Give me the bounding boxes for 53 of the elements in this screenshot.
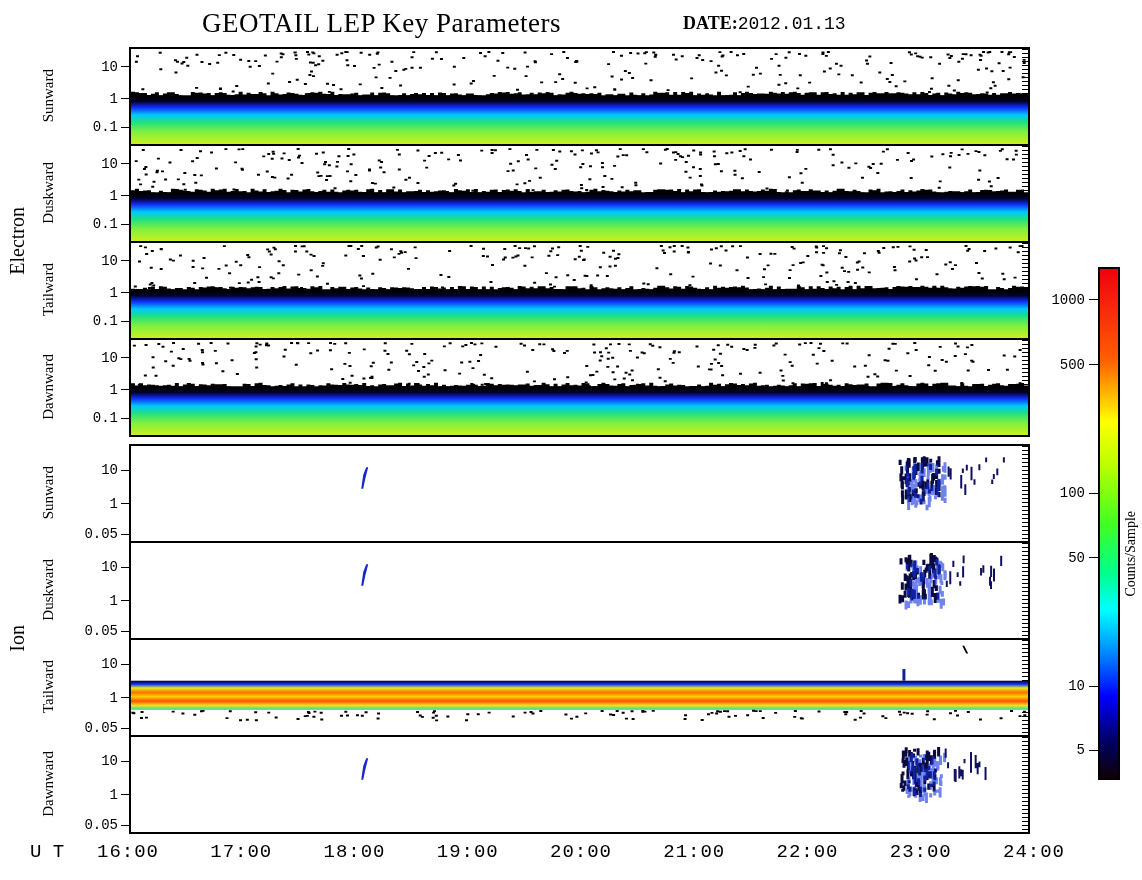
panel-label: Tailward — [39, 660, 57, 714]
date-label: DATE:2012.01.13 — [683, 13, 846, 34]
panel-label: Sunward — [39, 69, 57, 123]
group-label: Electron — [5, 207, 29, 275]
y-tick-label: 10 — [101, 155, 118, 172]
x-tick-label: 19:00 — [436, 841, 497, 863]
panel-label: Duskward — [39, 559, 57, 621]
y-tick-label: 10 — [101, 656, 118, 673]
y-tick-label: 1 — [109, 689, 118, 706]
y-tick-label: 0.1 — [92, 216, 118, 233]
y-tick-label: 10 — [101, 753, 118, 770]
panel-label: Duskward — [39, 162, 57, 224]
color-scale-label: Counts/Sample — [1123, 511, 1139, 597]
scale-tick-label: 1000 — [1051, 291, 1085, 308]
scale-tick-label: 100 — [1059, 485, 1085, 502]
scale-tick-label: 500 — [1059, 356, 1085, 373]
scale-tick-label: 10 — [1068, 678, 1085, 695]
y-tick-label: 0.1 — [92, 410, 118, 427]
y-tick-label: 0.05 — [84, 623, 118, 640]
panel-label: Dawnward — [39, 354, 57, 420]
y-tick-label: 1 — [109, 786, 118, 803]
y-tick-label: 10 — [101, 58, 118, 75]
y-tick-label: 1 — [109, 90, 118, 107]
y-tick-label: 10 — [101, 349, 118, 366]
y-tick-label: 0.1 — [92, 313, 118, 330]
y-tick-label: 0.05 — [84, 817, 118, 834]
y-tick-label: 1 — [109, 284, 118, 301]
x-tick-label: 21:00 — [663, 841, 724, 863]
x-tick-label: 16:00 — [97, 841, 157, 863]
x-tick-label: 22:00 — [776, 841, 837, 863]
y-tick-label: 1 — [109, 381, 118, 398]
y-tick-label: 10 — [101, 559, 118, 576]
x-tick-label: 24:00 — [1003, 841, 1063, 863]
y-tick-label: 0.1 — [92, 119, 118, 136]
scale-tick-label: 50 — [1068, 549, 1085, 566]
x-axis-label: U T — [29, 841, 66, 863]
x-tick-label: 20:00 — [550, 841, 610, 863]
x-tick-label: 23:00 — [889, 841, 950, 863]
y-tick-label: 10 — [101, 462, 118, 479]
x-tick-label: 17:00 — [210, 841, 271, 863]
group-label: Ion — [5, 624, 29, 652]
y-tick-label: 1 — [109, 187, 118, 204]
panel-label: Dawnward — [39, 751, 57, 817]
y-tick-label: 1 — [109, 592, 118, 609]
chart-title: GEOTAIL LEP Key Parameters — [202, 8, 561, 39]
scale-tick-label: 5 — [1076, 742, 1085, 759]
y-tick-label: 0.05 — [84, 720, 118, 737]
panel-label: Sunward — [39, 466, 57, 520]
y-tick-label: 0.05 — [84, 526, 118, 543]
panel-label: Tailward — [39, 263, 57, 317]
x-tick-label: 18:00 — [323, 841, 384, 863]
y-tick-label: 1 — [109, 495, 118, 512]
y-tick-label: 10 — [101, 252, 118, 269]
